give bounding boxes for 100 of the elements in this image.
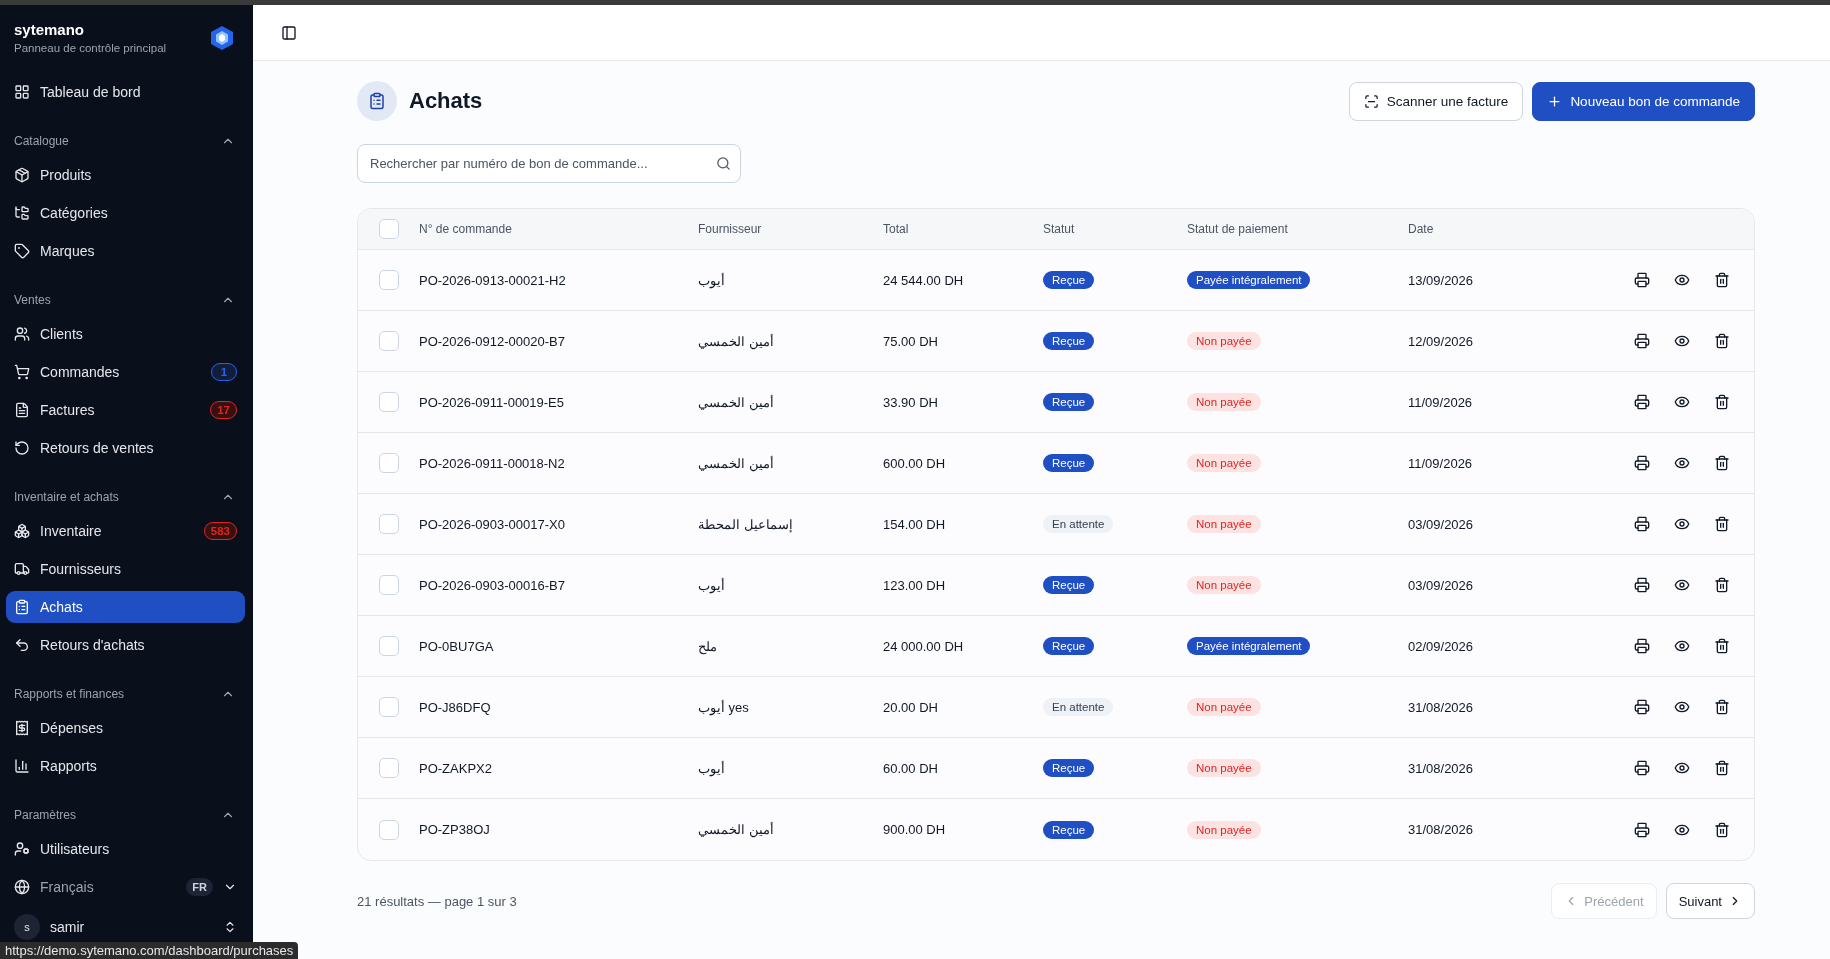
print-icon[interactable] [1632,331,1652,351]
nav-icon [14,364,30,380]
nav-item[interactable]: Produits [6,159,245,191]
row-checkbox[interactable] [378,453,399,473]
nav-item[interactable]: Tableau de bord [6,76,245,108]
nav-item[interactable]: Clients [6,318,245,350]
payment-badge: Non payée [1187,759,1261,777]
payment-badge: Non payée [1187,393,1261,411]
status-badge: Reçue [1043,576,1095,594]
user-menu[interactable]: s samir [6,911,245,943]
select-all-checkbox[interactable] [378,219,399,239]
link-url-tooltip: https://demo.sytemano.com/dashboard/purchases [0,942,299,959]
nav-item[interactable]: Factures 17 [6,394,245,426]
nav-icon [14,205,30,221]
order-date: 31/08/2026 [1408,760,1474,776]
nav-item[interactable]: Retours de ventes [6,432,245,464]
supplier-name: إسماعيل المحطة [698,516,793,532]
payment-badge: Payée intégralement [1187,637,1311,655]
nav-icon [14,637,30,653]
new-order-button[interactable]: Nouveau bon de commande [1532,81,1755,121]
search-icon [716,156,731,171]
order-date: 11/09/2026 [1408,455,1473,471]
print-icon[interactable] [1632,575,1652,595]
nav-item[interactable]: Retours d'achats [6,629,245,661]
order-number: PO-ZAKPX2 [419,760,492,776]
order-date: 31/08/2026 [1408,699,1474,715]
order-number: PO-2026-0912-00020-B7 [419,333,565,349]
language-code: FR [186,878,213,896]
order-number: PO-2026-0911-00018-N2 [419,455,565,471]
row-checkbox[interactable] [378,636,399,656]
nav-icon [14,758,30,774]
order-number: PO-0BU7GA [419,638,494,654]
status-badge: Reçue [1043,820,1095,839]
row-checkbox[interactable] [378,392,399,412]
order-number: PO-ZP38OJ [419,822,490,837]
order-date: 03/09/2026 [1408,516,1474,532]
payment-badge: Non payée [1187,332,1261,350]
order-total: 33.90 DH [883,394,938,410]
supplier-name: أمين الخمسي [698,455,774,471]
order-total: 900.00 DH [883,822,946,837]
count-badge: 1 [211,363,237,381]
payment-badge: Non payée [1187,454,1261,472]
print-icon[interactable] [1632,636,1652,656]
nav-item[interactable]: Inventaire 583 [6,515,245,547]
nav-item[interactable]: Rapports [6,750,245,782]
status-badge: Reçue [1043,393,1095,411]
order-total: 600.00 DH [883,455,946,471]
row-checkbox[interactable] [378,575,399,595]
scan-button[interactable]: Scanner une facture [1348,81,1524,121]
next-button[interactable]: Suivant [1665,883,1755,919]
row-checkbox[interactable] [378,758,399,778]
language-selector[interactable]: Français FR [6,871,245,903]
print-icon[interactable] [1632,697,1652,717]
section-title: Inventaire et achats [14,490,119,504]
print-icon[interactable] [1632,514,1652,534]
dashboard-icon [14,84,30,100]
print-icon[interactable] [1632,270,1652,290]
clipboard-icon [357,81,397,121]
nav-icon [14,440,30,456]
nav-item[interactable]: Dépenses [6,712,245,744]
status-badge: Reçue [1043,759,1095,777]
order-date: 03/09/2026 [1408,577,1474,593]
column-header: Fournisseur [698,222,762,236]
order-date: 31/08/2026 [1408,822,1474,837]
scan-icon [1363,93,1379,109]
order-total: 75.00 DH [883,333,938,349]
row-checkbox[interactable] [378,270,399,290]
search-field[interactable]: Rechercher par numéro de bon de commande... [357,144,741,183]
row-checkbox[interactable] [378,819,399,840]
supplier-name: أمين الخمسي [698,333,774,349]
order-date: 13/09/2026 [1408,272,1474,288]
nav-item[interactable]: Catégories [6,197,245,229]
print-icon[interactable] [1632,392,1652,412]
nav-icon [14,561,30,577]
nav-icon [14,841,30,857]
supplier-name: أمين الخمسي [698,822,774,837]
row-checkbox[interactable] [378,331,399,351]
row-checkbox[interactable] [378,514,399,534]
nav-item[interactable]: Marques [6,235,245,267]
column-header: Statut de paiement [1187,222,1288,236]
section-title: Rapports et finances [14,687,125,701]
nav-item[interactable]: Achats [6,591,245,623]
nav-item[interactable]: Utilisateurs [6,833,245,865]
nav-item[interactable]: Fournisseurs [6,553,245,585]
order-number: PO-J86DFQ [419,699,491,715]
order-total: 24 544.00 DH [883,272,964,288]
print-icon[interactable] [1632,453,1652,473]
print-icon[interactable] [1632,758,1652,778]
nav-icon [14,243,30,259]
page-title: Achats [409,88,483,114]
supplier-name: أيوب yes [698,699,749,715]
supplier-name: أيوب [698,272,725,288]
status-badge: Reçue [1043,332,1095,350]
order-total: 154.00 DH [883,516,946,532]
row-checkbox[interactable] [378,697,399,717]
order-total: 60.00 DH [883,760,938,776]
order-total: 123.00 DH [883,577,946,593]
nav-item[interactable]: Commandes 1 [6,356,245,388]
payment-badge: Non payée [1187,820,1261,839]
user-avatar: s [14,914,40,940]
